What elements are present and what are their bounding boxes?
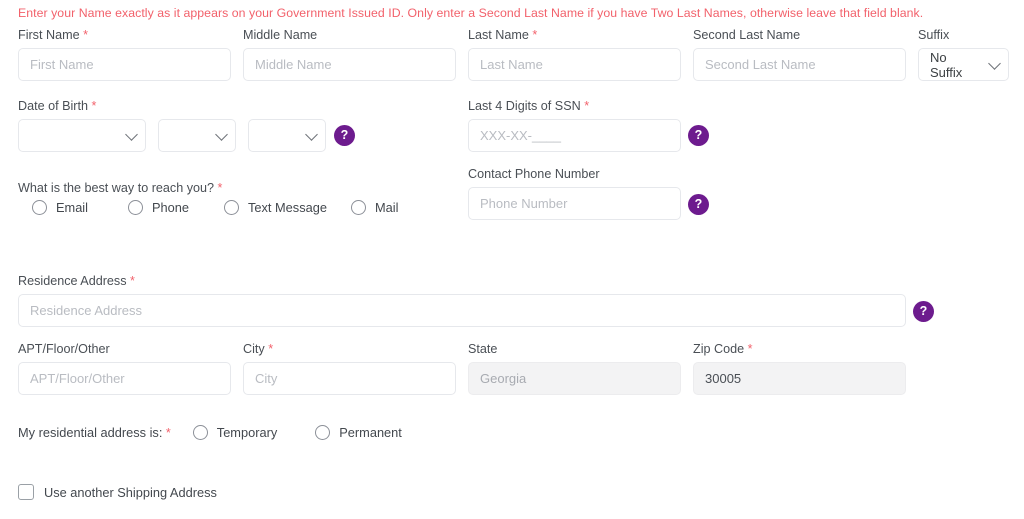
field-state: State <box>468 342 681 395</box>
first-name-label: First Name * <box>18 28 231 42</box>
state-label: State <box>468 342 681 356</box>
field-contact-preference: What is the best way to reach you? * <box>18 181 222 201</box>
required-asterisk: * <box>265 342 273 356</box>
contact-preference-radio-group: Email Phone Text Message Mail <box>32 200 398 215</box>
radio-circle-icon <box>128 200 143 215</box>
radio-circle-icon <box>193 425 208 440</box>
radio-circle-icon <box>351 200 366 215</box>
radio-label: Mail <box>375 200 398 215</box>
dob-month-select[interactable] <box>18 119 146 152</box>
use-another-shipping-address-row[interactable]: Use another Shipping Address <box>18 484 217 500</box>
radio-option-mail[interactable]: Mail <box>351 200 398 215</box>
required-asterisk: * <box>127 274 135 288</box>
field-date-of-birth: Date of Birth * <box>18 99 348 152</box>
name-entry-notice: Enter your Name exactly as it appears on… <box>18 6 923 20</box>
required-asterisk: * <box>214 181 222 195</box>
field-second-last-name: Second Last Name <box>693 28 906 81</box>
field-last-name: Last Name * <box>468 28 681 81</box>
field-suffix: Suffix No Suffix <box>918 28 1009 81</box>
dob-day-select[interactable] <box>158 119 236 152</box>
suffix-selected-value: No Suffix <box>930 50 982 80</box>
radio-option-text-message[interactable]: Text Message <box>224 200 351 215</box>
second-last-name-label: Second Last Name <box>693 28 906 42</box>
field-middle-name: Middle Name <box>243 28 456 81</box>
residency-type-label: My residential address is: * <box>18 425 171 440</box>
radio-option-phone[interactable]: Phone <box>128 200 224 215</box>
city-input[interactable] <box>243 362 456 395</box>
radio-label: Email <box>56 200 88 215</box>
apt-label: APT/Floor/Other <box>18 342 231 356</box>
date-of-birth-help-icon[interactable]: ? <box>334 125 355 146</box>
second-last-name-input[interactable] <box>693 48 906 81</box>
field-apt-floor-other: APT/Floor/Other <box>18 342 231 395</box>
chevron-down-icon <box>215 128 228 141</box>
use-another-shipping-address-label: Use another Shipping Address <box>44 485 217 500</box>
last-name-label: Last Name * <box>468 28 681 42</box>
apt-input[interactable] <box>18 362 231 395</box>
middle-name-input[interactable] <box>243 48 456 81</box>
radio-circle-icon <box>32 200 47 215</box>
radio-label: Permanent <box>339 425 402 440</box>
required-asterisk: * <box>744 342 752 356</box>
field-contact-phone: Contact Phone Number <box>468 167 681 220</box>
contact-phone-label: Contact Phone Number <box>468 167 681 181</box>
first-name-input[interactable] <box>18 48 231 81</box>
field-ssn-last4: Last 4 Digits of SSN * <box>468 99 681 152</box>
radio-label: Text Message <box>248 200 327 215</box>
ssn-input[interactable] <box>468 119 681 152</box>
required-asterisk: * <box>581 99 589 113</box>
suffix-select[interactable]: No Suffix <box>918 48 1009 81</box>
state-input[interactable] <box>468 362 681 395</box>
required-asterisk: * <box>80 28 88 42</box>
radio-option-permanent[interactable]: Permanent <box>315 425 402 440</box>
field-first-name: First Name * <box>18 28 231 81</box>
residence-address-help-icon[interactable]: ? <box>913 301 934 322</box>
dob-year-select[interactable] <box>248 119 326 152</box>
radio-circle-icon <box>315 425 330 440</box>
field-city: City * <box>243 342 456 395</box>
chevron-down-icon <box>125 128 138 141</box>
residence-address-input[interactable] <box>18 294 906 327</box>
dob-select-group <box>18 119 348 152</box>
field-zip-code: Zip Code * <box>693 342 906 395</box>
radio-option-temporary[interactable]: Temporary <box>193 425 277 440</box>
residence-address-label: Residence Address * <box>18 274 906 288</box>
date-of-birth-label: Date of Birth * <box>18 99 348 113</box>
radio-label: Phone <box>152 200 189 215</box>
middle-name-label: Middle Name <box>243 28 456 42</box>
contact-phone-input[interactable] <box>468 187 681 220</box>
required-asterisk: * <box>88 99 96 113</box>
zip-code-input[interactable] <box>693 362 906 395</box>
last-name-input[interactable] <box>468 48 681 81</box>
ssn-help-icon[interactable]: ? <box>688 125 709 146</box>
chevron-down-icon <box>305 128 318 141</box>
ssn-label: Last 4 Digits of SSN * <box>468 99 681 113</box>
field-residence-address: Residence Address * <box>18 274 906 327</box>
zip-code-label: Zip Code * <box>693 342 906 356</box>
suffix-label: Suffix <box>918 28 1009 42</box>
enrollment-form-page: Enter your Name exactly as it appears on… <box>0 0 1024 519</box>
chevron-down-icon <box>988 57 1001 70</box>
radio-option-email[interactable]: Email <box>32 200 128 215</box>
radio-label: Temporary <box>217 425 277 440</box>
contact-phone-help-icon[interactable]: ? <box>688 194 709 215</box>
contact-preference-label: What is the best way to reach you? * <box>18 181 222 195</box>
checkbox-icon[interactable] <box>18 484 34 500</box>
city-label: City * <box>243 342 456 356</box>
required-asterisk: * <box>529 28 537 42</box>
required-asterisk: * <box>162 426 170 440</box>
residency-type-group: My residential address is: * Temporary P… <box>18 425 402 440</box>
radio-circle-icon <box>224 200 239 215</box>
